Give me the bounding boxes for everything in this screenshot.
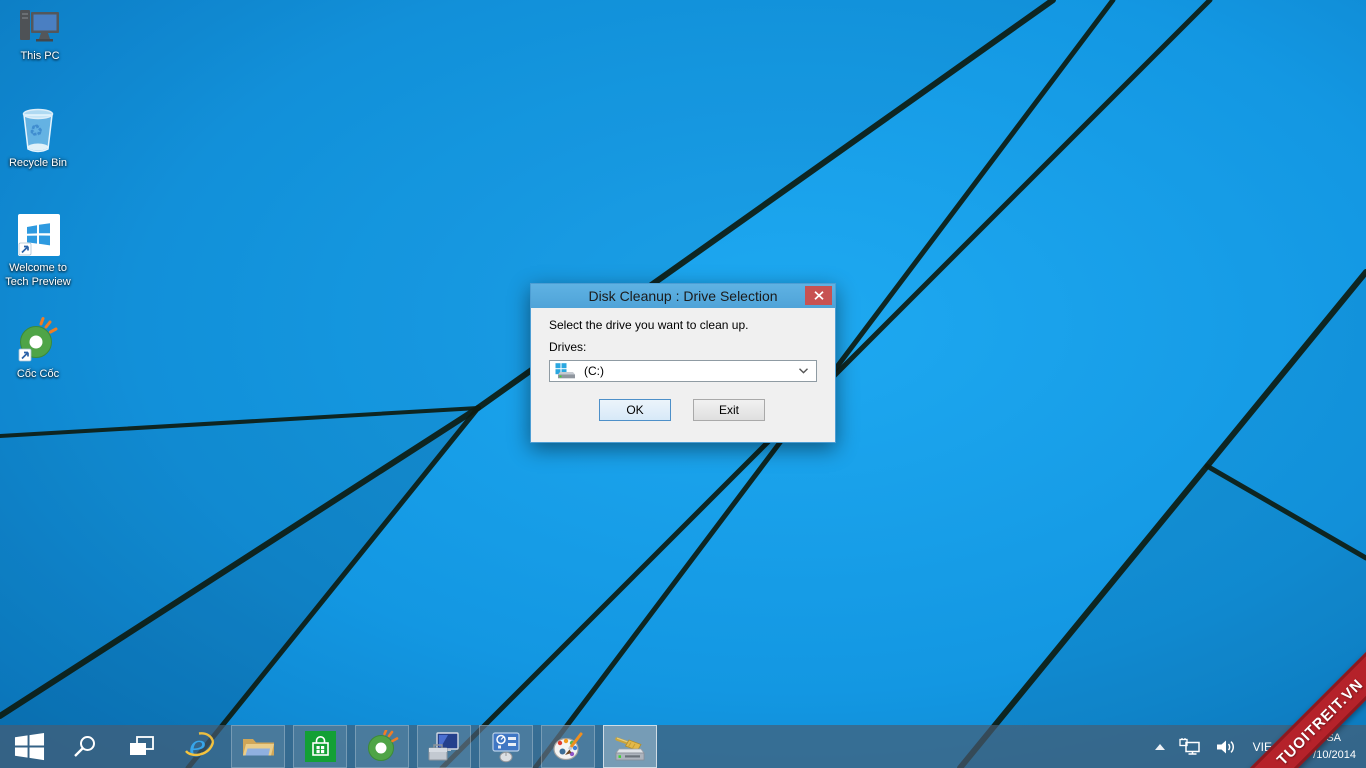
- drive-select-dropdown[interactable]: (C:): [549, 360, 817, 382]
- desktop-icon-label: Welcome to Tech Preview: [4, 262, 72, 290]
- task-view-button[interactable]: [114, 725, 168, 768]
- store-icon: [305, 731, 336, 762]
- taskbar-paint-button[interactable]: [541, 725, 595, 768]
- desktop-icon-this-pc[interactable]: This PC: [6, 6, 74, 64]
- chevron-down-icon: [799, 368, 808, 374]
- coccoc-icon: [14, 316, 62, 366]
- desktop-icon-label: Cốc Cốc: [4, 368, 72, 382]
- dialog-message: Select the drive you want to clean up.: [549, 318, 748, 332]
- taskbar-file-explorer-button[interactable]: [231, 725, 285, 768]
- search-icon: [72, 734, 98, 760]
- coccoc-icon: [366, 730, 399, 763]
- desktop-icon-coccoc[interactable]: Cốc Cốc: [4, 316, 72, 382]
- welcome-tech-preview-icon: [15, 212, 61, 260]
- disk-cleanup-dialog: Disk Cleanup : Drive Selection Select th…: [530, 283, 836, 443]
- taskbar-internet-explorer-button[interactable]: e: [172, 725, 226, 768]
- start-button[interactable]: [2, 725, 56, 768]
- desktop: This PC ♻ Recycle Bin Welcome to Tech Pr…: [0, 0, 1366, 768]
- taskbar: e: [0, 725, 1366, 768]
- taskbar-computer-button[interactable]: [417, 725, 471, 768]
- selected-drive: (C:): [584, 364, 799, 378]
- drives-label: Drives:: [549, 340, 586, 354]
- windows-logo-icon: [13, 731, 46, 762]
- dialog-titlebar[interactable]: Disk Cleanup : Drive Selection: [531, 284, 835, 308]
- file-explorer-icon: [242, 733, 275, 760]
- taskbar-store-button[interactable]: [293, 725, 347, 768]
- paint-icon: [552, 732, 584, 762]
- network-icon: [1179, 738, 1202, 755]
- dialog-title: Disk Cleanup : Drive Selection: [588, 288, 777, 304]
- desktop-icon-welcome[interactable]: Welcome to Tech Preview: [4, 212, 72, 290]
- close-button[interactable]: [805, 286, 832, 305]
- exit-button[interactable]: Exit: [693, 399, 765, 421]
- tray-expand-button[interactable]: [1148, 725, 1172, 768]
- chevron-up-icon: [1155, 744, 1165, 750]
- svg-text:e: e: [189, 730, 206, 763]
- control-panel-icon: [490, 731, 522, 763]
- internet-explorer-icon: e: [183, 730, 216, 763]
- taskbar-control-panel-button[interactable]: [479, 725, 533, 768]
- network-tray-button[interactable]: [1172, 725, 1209, 768]
- speaker-icon: [1216, 739, 1236, 755]
- ok-button[interactable]: OK: [599, 399, 671, 421]
- disk-cleanup-icon: [614, 732, 646, 762]
- volume-tray-button[interactable]: [1209, 725, 1243, 768]
- desktop-icon-label: Recycle Bin: [4, 157, 72, 171]
- desktop-icon-label: This PC: [6, 50, 74, 64]
- desktop-icon-recycle-bin[interactable]: ♻ Recycle Bin: [4, 103, 72, 171]
- task-view-icon: [128, 735, 155, 758]
- recycle-bin-icon: ♻: [15, 103, 61, 155]
- close-icon: [814, 291, 824, 300]
- search-button[interactable]: [58, 725, 112, 768]
- this-pc-icon: [17, 6, 63, 48]
- computer-toolbox-icon: [428, 732, 460, 762]
- taskbar-coccoc-button[interactable]: [355, 725, 409, 768]
- drive-icon: [555, 363, 576, 379]
- taskbar-disk-cleanup-button[interactable]: [603, 725, 657, 768]
